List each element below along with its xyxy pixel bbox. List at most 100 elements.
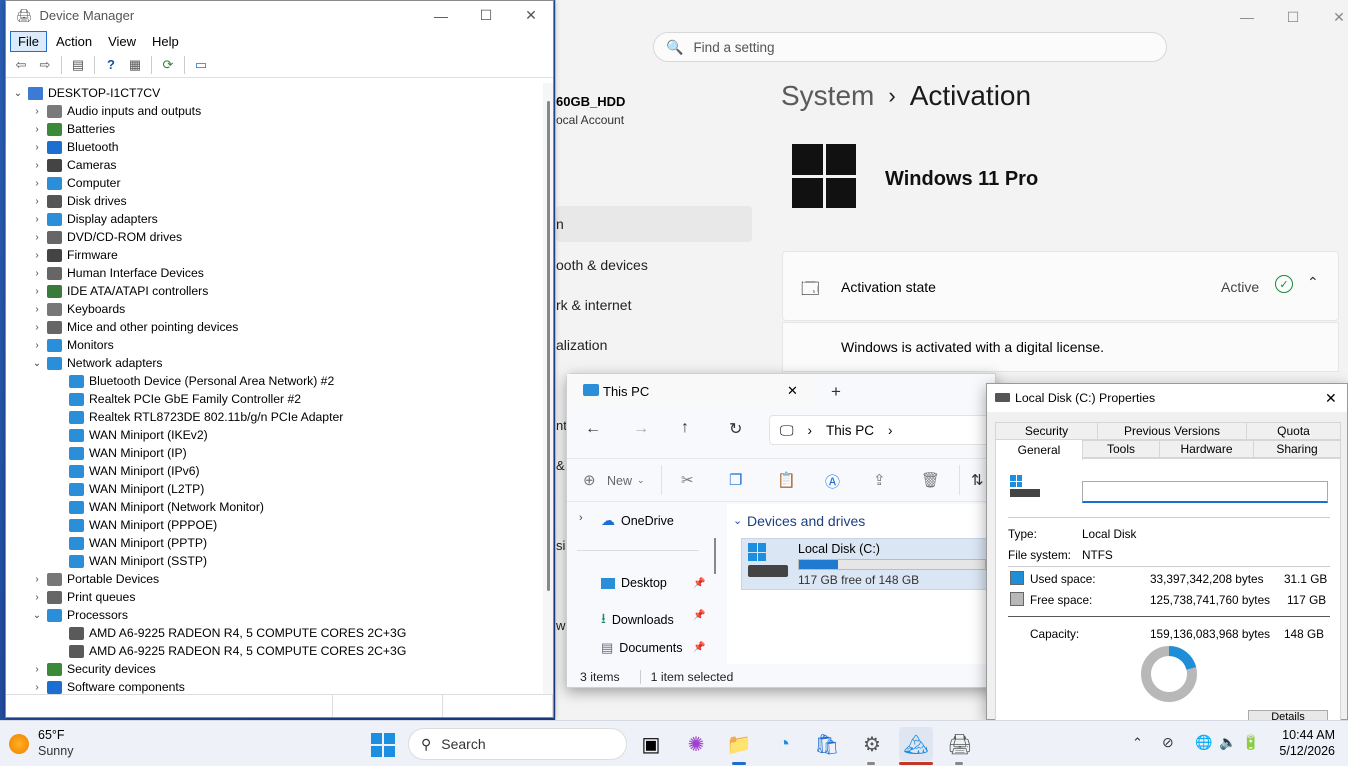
tree-device[interactable]: WAN Miniport (IKEv2) bbox=[50, 426, 208, 444]
sidebar-item-onedrive[interactable]: ☁ OneDrive bbox=[601, 512, 674, 529]
sidebar-item-downloads[interactable]: ⭳ Downloads bbox=[601, 608, 674, 632]
tree-device[interactable]: WAN Miniport (Network Monitor) bbox=[50, 498, 264, 516]
tree-device[interactable]: WAN Miniport (PPPOE) bbox=[50, 516, 217, 534]
edge-icon[interactable]: ◔ bbox=[767, 727, 801, 761]
menu-view[interactable]: View bbox=[101, 32, 143, 51]
delete-icon[interactable]: 🗑 bbox=[921, 471, 940, 489]
chevron-right-icon[interactable]: › bbox=[31, 250, 43, 261]
tree-category[interactable]: › IDE ATA/ATAPI controllers bbox=[31, 282, 208, 300]
pin-icon[interactable]: 📌 bbox=[693, 610, 705, 621]
chevron-down-icon[interactable]: ⌄ bbox=[31, 610, 43, 621]
weather-desc[interactable]: Sunny bbox=[38, 744, 73, 758]
settings-icon[interactable]: ⚙ bbox=[855, 727, 889, 761]
chevron-right-icon[interactable]: › bbox=[31, 124, 43, 135]
tab-sharing[interactable]: Sharing bbox=[1253, 440, 1341, 458]
tree-device[interactable]: Bluetooth Device (Personal Area Network)… bbox=[50, 372, 334, 390]
help-icon[interactable]: ? bbox=[100, 55, 122, 75]
update-driver-icon[interactable]: ⟳ bbox=[157, 55, 179, 75]
chevron-right-icon[interactable]: › bbox=[31, 322, 43, 333]
tree-device[interactable]: AMD A6-9225 RADEON R4, 5 COMPUTE CORES 2… bbox=[50, 642, 406, 660]
volume-icon[interactable]: 🔈 bbox=[1219, 734, 1236, 751]
vertical-scrollbar[interactable] bbox=[543, 83, 553, 694]
tab-previous-versions[interactable]: Previous Versions bbox=[1097, 422, 1247, 440]
nav-item-bluetooth[interactable]: ooth & devices bbox=[556, 247, 752, 283]
clock-time[interactable]: 10:44 AM bbox=[1281, 728, 1335, 742]
tree-category[interactable]: › DVD/CD-ROM drives bbox=[31, 228, 182, 246]
tree-category[interactable]: › Computer bbox=[31, 174, 120, 192]
minimize-button[interactable]: — bbox=[1224, 0, 1270, 34]
minimize-button[interactable]: — bbox=[418, 1, 464, 30]
tree-device[interactable]: WAN Miniport (SSTP) bbox=[50, 552, 207, 570]
chevron-right-icon[interactable]: › bbox=[31, 664, 43, 675]
nav-item-network[interactable]: rk & internet bbox=[556, 287, 752, 323]
sort-icon[interactable]: ⇅ bbox=[971, 471, 984, 489]
new-button[interactable]: New bbox=[607, 474, 632, 488]
chevron-right-icon[interactable]: › bbox=[31, 340, 43, 351]
menu-action[interactable]: Action bbox=[49, 32, 99, 51]
tree-category[interactable]: › Cameras bbox=[31, 156, 116, 174]
battery-icon[interactable]: 🔋 bbox=[1242, 734, 1259, 751]
section-title[interactable]: Devices and drives bbox=[747, 513, 865, 529]
chevron-right-icon[interactable]: › bbox=[31, 304, 43, 315]
close-icon[interactable]: ✕ bbox=[1325, 390, 1337, 407]
tree-device[interactable]: WAN Miniport (IP) bbox=[50, 444, 187, 462]
start-button[interactable] bbox=[371, 733, 395, 757]
tree-category[interactable]: › Keyboards bbox=[31, 300, 125, 318]
volume-name-input[interactable] bbox=[1082, 481, 1328, 503]
tree-root[interactable]: ⌄ DESKTOP-I1CT7CV bbox=[12, 84, 160, 102]
nav-item-personalization[interactable]: alization bbox=[556, 327, 752, 363]
forward-arrow-icon[interactable]: → bbox=[633, 420, 649, 438]
chevron-right-icon[interactable]: › bbox=[31, 142, 43, 153]
paste-icon[interactable]: 📋 bbox=[777, 471, 796, 489]
close-button[interactable]: ✕ bbox=[508, 1, 554, 30]
copy-icon[interactable]: ❐ bbox=[729, 471, 742, 489]
breadcrumb-system[interactable]: System bbox=[781, 80, 874, 112]
tree-device[interactable]: Realtek PCIe GbE Family Controller #2 bbox=[50, 390, 301, 408]
tab-hardware[interactable]: Hardware bbox=[1159, 440, 1254, 458]
tree-device[interactable]: Realtek RTL8723DE 802.11b/g/n PCIe Adapt… bbox=[50, 408, 343, 426]
new-tab-icon[interactable]: + bbox=[831, 382, 841, 402]
tab-this-pc[interactable]: This PC ✕ bbox=[567, 374, 813, 408]
file-explorer-icon[interactable]: 📁 bbox=[722, 727, 756, 761]
chevron-down-icon[interactable]: ⌄ bbox=[637, 475, 645, 486]
copilot-icon[interactable]: ✺ bbox=[679, 727, 713, 761]
no-network-icon[interactable]: ⊘ bbox=[1162, 734, 1174, 751]
sun-icon[interactable] bbox=[9, 734, 29, 754]
chevron-right-icon[interactable]: › bbox=[31, 574, 43, 585]
cut-icon[interactable]: ✂ bbox=[681, 471, 694, 489]
pin-icon[interactable]: 📌 bbox=[693, 642, 705, 653]
refresh-icon[interactable]: ↻ bbox=[729, 419, 742, 439]
tree-category[interactable]: › Audio inputs and outputs bbox=[31, 102, 201, 120]
tree-category[interactable]: › Mice and other pointing devices bbox=[31, 318, 238, 336]
tree-category[interactable]: ⌄ Network adapters bbox=[31, 354, 163, 372]
activation-state-card[interactable]: 🗔 Activation state Active ✓ ⌃ bbox=[782, 251, 1339, 321]
chevron-right-icon[interactable]: › bbox=[31, 196, 43, 207]
forward-icon[interactable]: ⇨ bbox=[34, 55, 56, 75]
language-icon[interactable]: 🌐 bbox=[1195, 734, 1212, 751]
chevron-right-icon[interactable]: › bbox=[888, 423, 893, 438]
tree-category[interactable]: ⌄ Processors bbox=[31, 606, 128, 624]
chevron-right-icon[interactable]: › bbox=[31, 232, 43, 243]
scan-hardware-icon[interactable]: ▭ bbox=[190, 55, 212, 75]
pin-icon[interactable]: 📌 bbox=[693, 578, 705, 589]
tree-category[interactable]: › Batteries bbox=[31, 120, 115, 138]
tree-device[interactable]: WAN Miniport (PPTP) bbox=[50, 534, 207, 552]
chevron-right-icon[interactable]: › bbox=[31, 682, 43, 693]
maximize-button[interactable]: ☐ bbox=[463, 1, 509, 30]
tree-category[interactable]: › Firmware bbox=[31, 246, 117, 264]
tree-device[interactable]: WAN Miniport (IPv6) bbox=[50, 462, 200, 480]
chevron-down-icon[interactable]: ⌄ bbox=[31, 358, 43, 369]
close-tab-icon[interactable]: ✕ bbox=[787, 383, 798, 399]
taskbar-search[interactable]: ⚲ Search bbox=[408, 728, 627, 760]
menu-file[interactable]: File bbox=[10, 30, 47, 52]
address-bar[interactable]: 🖵 › This PC › bbox=[769, 415, 999, 445]
tab-general[interactable]: General bbox=[995, 439, 1083, 460]
tab-tools[interactable]: Tools bbox=[1082, 440, 1160, 458]
drive-c-tile[interactable]: Local Disk (C:) 117 GB free of 148 GB bbox=[741, 538, 991, 590]
tree-category[interactable]: › Security devices bbox=[31, 660, 155, 678]
up-arrow-icon[interactable]: ↑ bbox=[681, 419, 689, 437]
close-button[interactable]: ✕ bbox=[1316, 0, 1348, 34]
chevron-right-icon[interactable]: › bbox=[31, 592, 43, 603]
sidebar-item-documents[interactable]: ▤ Documents bbox=[601, 640, 683, 656]
chevron-down-icon[interactable]: ⌄ bbox=[12, 88, 24, 99]
